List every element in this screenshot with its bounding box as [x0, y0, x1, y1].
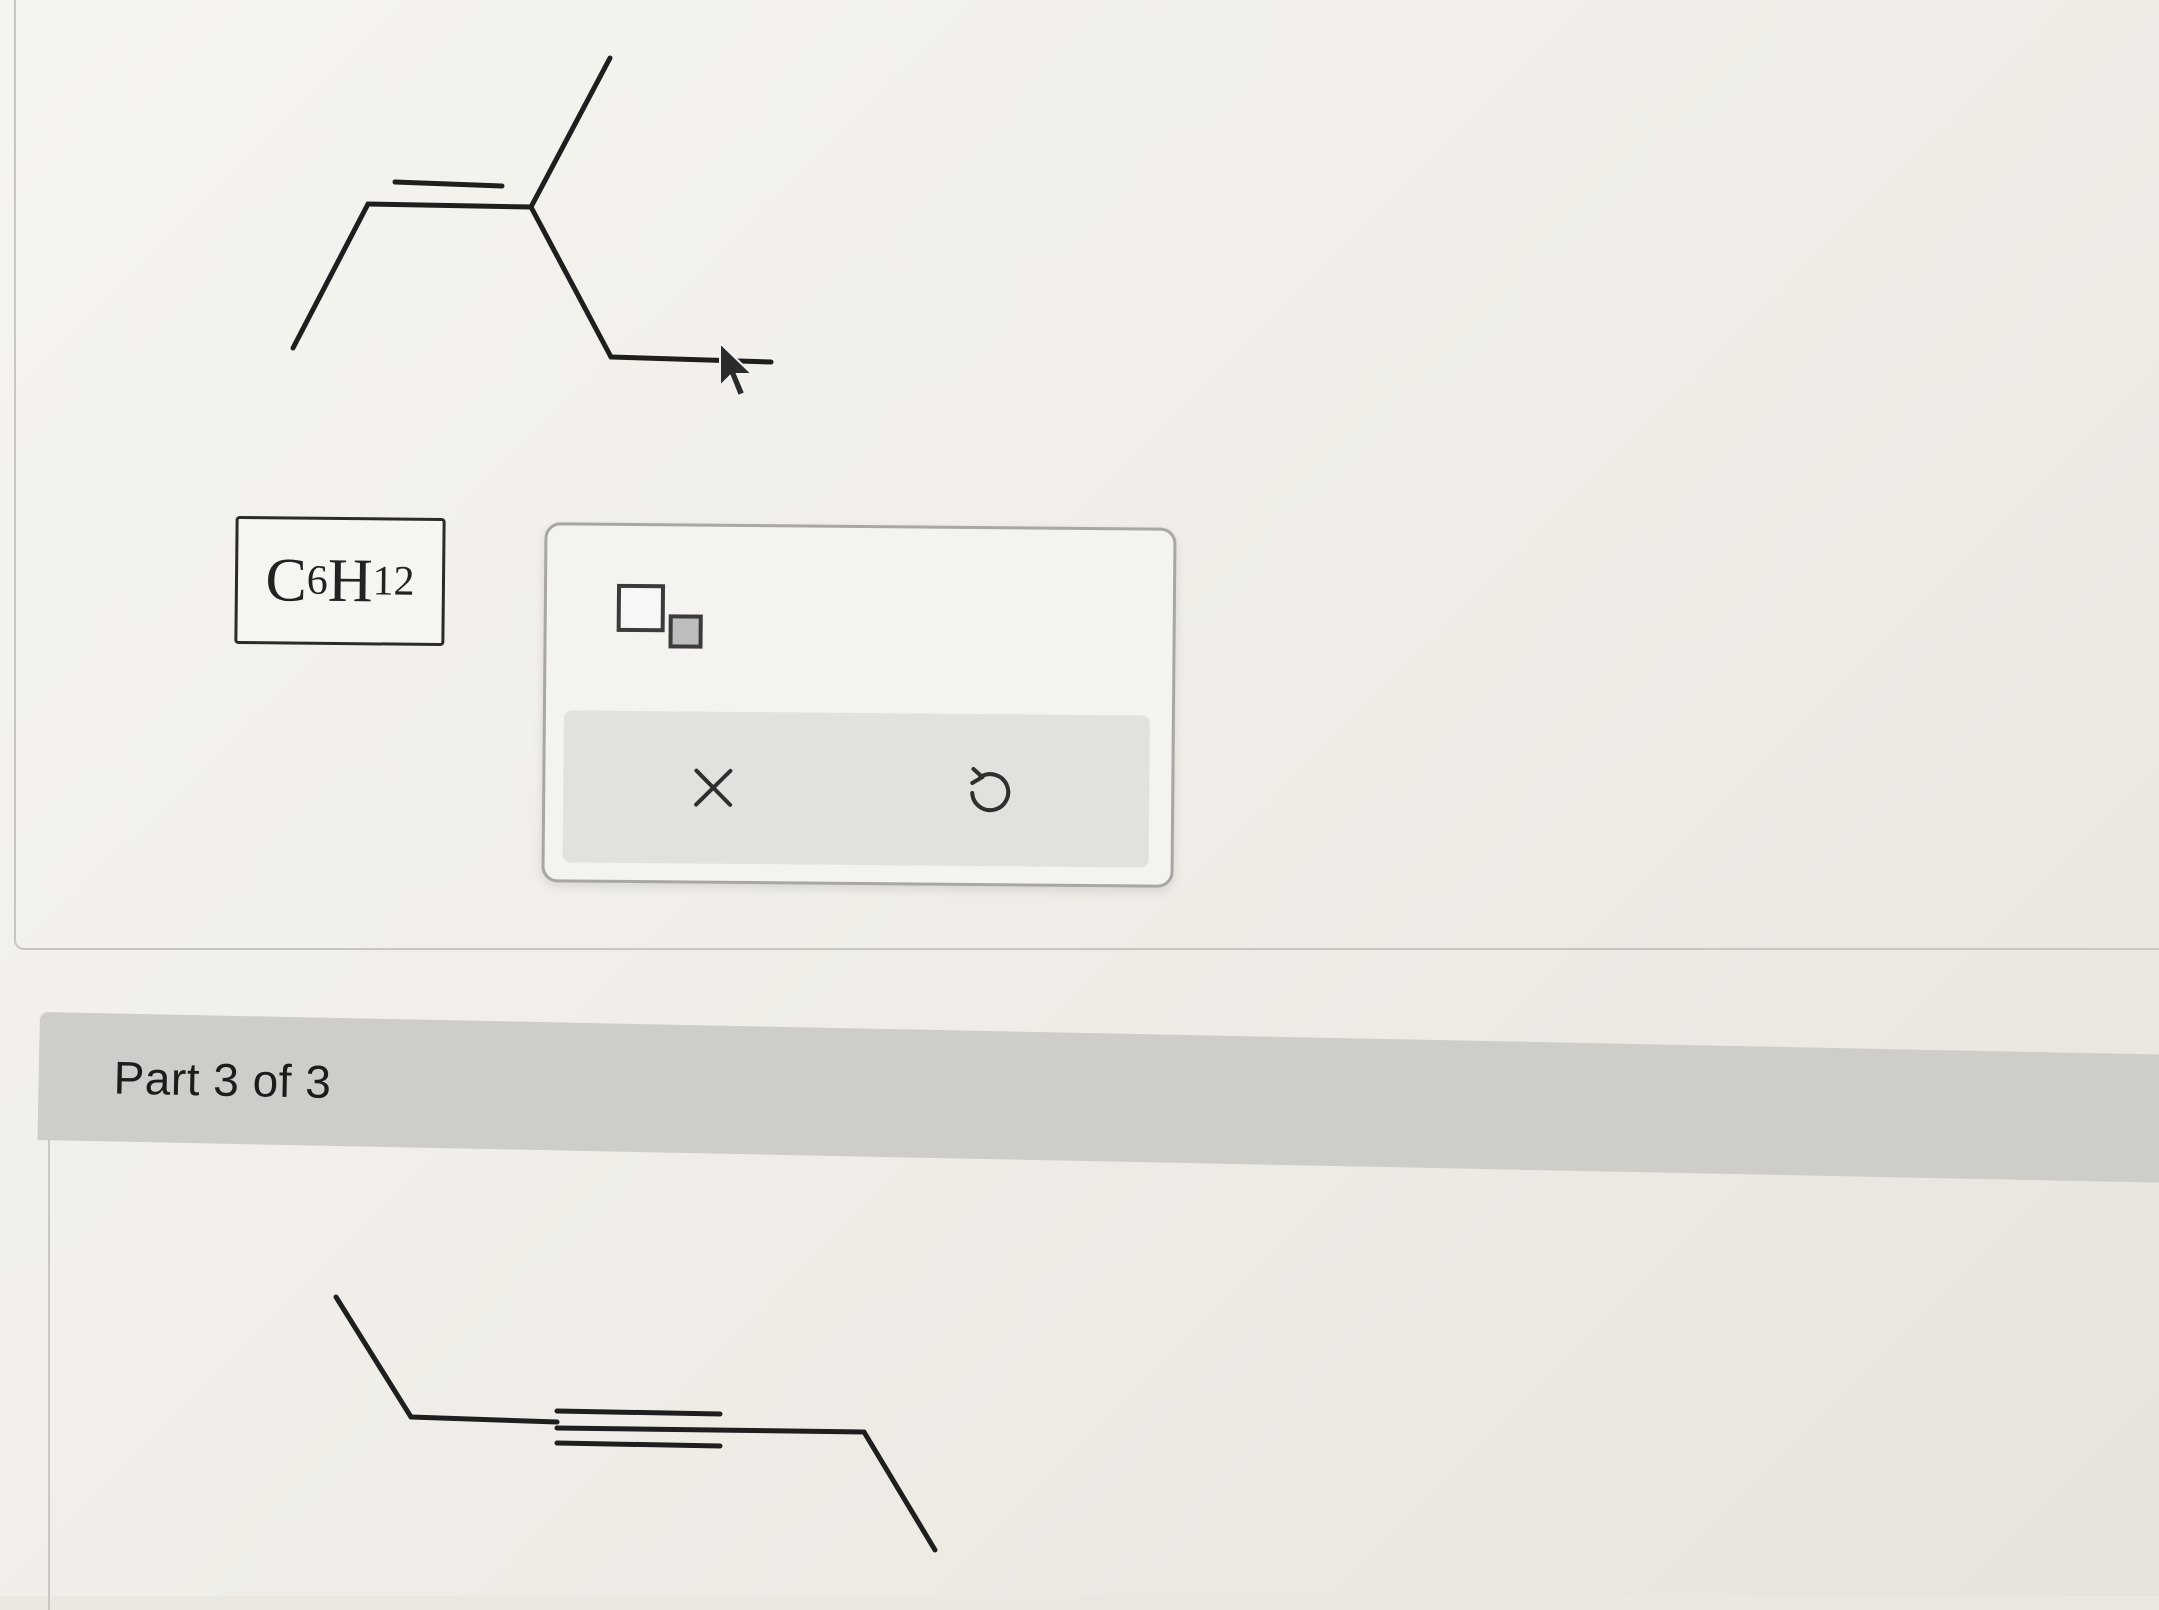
part-3-panel	[48, 1140, 2159, 1610]
undo-icon	[970, 767, 1011, 813]
screen: C 6 H 12 Part 3 of 3	[0, 0, 2159, 1610]
undo-button[interactable]	[959, 760, 1020, 821]
part-3-label: Part 3 of 3	[113, 1051, 332, 1108]
close-icon	[694, 768, 733, 807]
formula-answer-input[interactable]	[541, 522, 1177, 888]
bond-methyl	[528, 55, 613, 210]
answer-action-bar	[562, 710, 1150, 868]
double-bond-main	[365, 201, 534, 210]
formula-element-h: H	[327, 546, 373, 615]
cursor-icon	[719, 340, 755, 398]
molecular-formula-box: C 6 H 12	[234, 515, 446, 647]
template-box-small	[668, 614, 703, 649]
formula-subscript-6: 6	[306, 557, 329, 604]
formula-element-c: C	[265, 545, 308, 615]
formula-subscript-12: 12	[372, 558, 415, 605]
clear-button[interactable]	[683, 757, 744, 818]
subscript-template-icon[interactable]	[616, 583, 727, 665]
bond-ethyl-end	[608, 354, 774, 365]
double-bond-inner	[392, 179, 505, 189]
template-box-large	[616, 583, 666, 633]
bond-ethyl-down	[528, 204, 614, 360]
bond-ethyl-lower	[290, 201, 371, 351]
